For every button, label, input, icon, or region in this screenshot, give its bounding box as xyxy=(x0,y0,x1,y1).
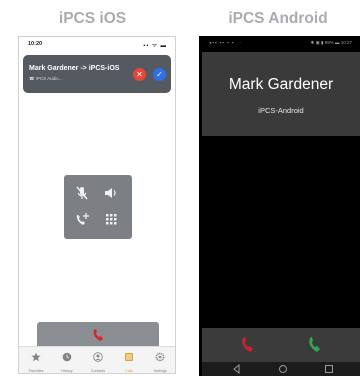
android-heading: iPCS Android xyxy=(228,10,328,27)
add-call-button[interactable] xyxy=(73,211,91,229)
end-call-bar[interactable] xyxy=(37,322,159,348)
tab-label: History xyxy=(61,369,73,373)
ios-status-time: 10:20 xyxy=(28,41,43,47)
decline-button[interactable]: ✕ xyxy=(133,68,146,81)
tab-contacts[interactable]: Contacts xyxy=(83,349,113,373)
ios-status-bar: 10:20 ▪▪ ᯤ ▬ xyxy=(19,39,175,49)
speaker-icon xyxy=(105,188,116,198)
tab-history[interactable]: History xyxy=(52,349,82,373)
android-call-subtitle: iPCS-Android xyxy=(258,106,304,115)
recents-icon[interactable] xyxy=(323,364,335,374)
banner-subtitle: ☎ iPCS Audio... xyxy=(29,76,63,81)
tab-settings[interactable]: Settings xyxy=(145,349,175,373)
android-call-actions xyxy=(202,328,360,362)
mute-icon xyxy=(76,186,88,200)
tab-label: Contacts xyxy=(90,369,106,373)
ios-tab-bar: Favorites History Contacts Calls Setting… xyxy=(19,346,175,373)
android-caller-card: Mark Gardener iPCS-Android xyxy=(202,52,360,136)
calls-icon xyxy=(125,353,133,361)
home-icon[interactable] xyxy=(277,364,289,374)
tab-label: Settings xyxy=(153,369,167,373)
tab-label: Calls xyxy=(125,369,133,373)
accept-call-button[interactable] xyxy=(303,335,325,355)
close-icon: ✕ xyxy=(136,70,143,79)
android-status-icons: ✱ ▣ ▮ 99% ▬ 10:27 xyxy=(310,40,352,45)
end-call-icon xyxy=(93,329,103,341)
android-caller-name: Mark Gardener xyxy=(228,76,334,93)
ios-phone-screen: 10:20 ▪▪ ᯤ ▬ Mark Gardener -> iPCS-iOS ☎… xyxy=(18,36,176,374)
android-phone-screen: ◂▪▪ ▪▪ ▪ ▪ ·· ✱ ▣ ▮ 99% ▬ 10:27 Mark Gar… xyxy=(199,36,360,376)
android-nav-bar xyxy=(202,362,360,376)
check-icon: ✓ xyxy=(156,70,163,79)
tab-favorites[interactable]: Favorites xyxy=(21,349,51,373)
star-icon xyxy=(31,352,41,362)
tab-calls[interactable]: Calls xyxy=(114,349,144,373)
keypad-button[interactable] xyxy=(102,211,120,229)
android-status-notifications: ◂▪▪ ▪▪ ▪ ▪ ·· xyxy=(209,40,242,45)
decline-call-button[interactable] xyxy=(236,335,258,355)
settings-icon xyxy=(155,352,165,362)
back-icon[interactable] xyxy=(231,364,243,374)
keypad-icon xyxy=(106,214,117,225)
contacts-icon xyxy=(93,352,103,362)
mute-button[interactable] xyxy=(73,184,91,202)
history-icon xyxy=(62,352,72,362)
tab-label: Favorites xyxy=(28,369,44,373)
speaker-button[interactable] xyxy=(102,184,120,202)
ios-heading: iPCS iOS xyxy=(58,10,127,27)
android-status-bar: ◂▪▪ ▪▪ ▪ ▪ ·· ✱ ▣ ▮ 99% ▬ 10:27 xyxy=(199,38,360,48)
incoming-call-banner[interactable]: Mark Gardener -> iPCS-iOS ☎ iPCS Audio..… xyxy=(23,55,171,93)
call-controls-panel xyxy=(64,175,132,239)
banner-caller-name: Mark Gardener -> iPCS-iOS xyxy=(29,65,120,72)
ios-status-icons: ▪▪ ᯤ ▬ xyxy=(143,43,167,49)
accept-button[interactable]: ✓ xyxy=(153,68,166,81)
add-call-icon xyxy=(76,213,89,225)
